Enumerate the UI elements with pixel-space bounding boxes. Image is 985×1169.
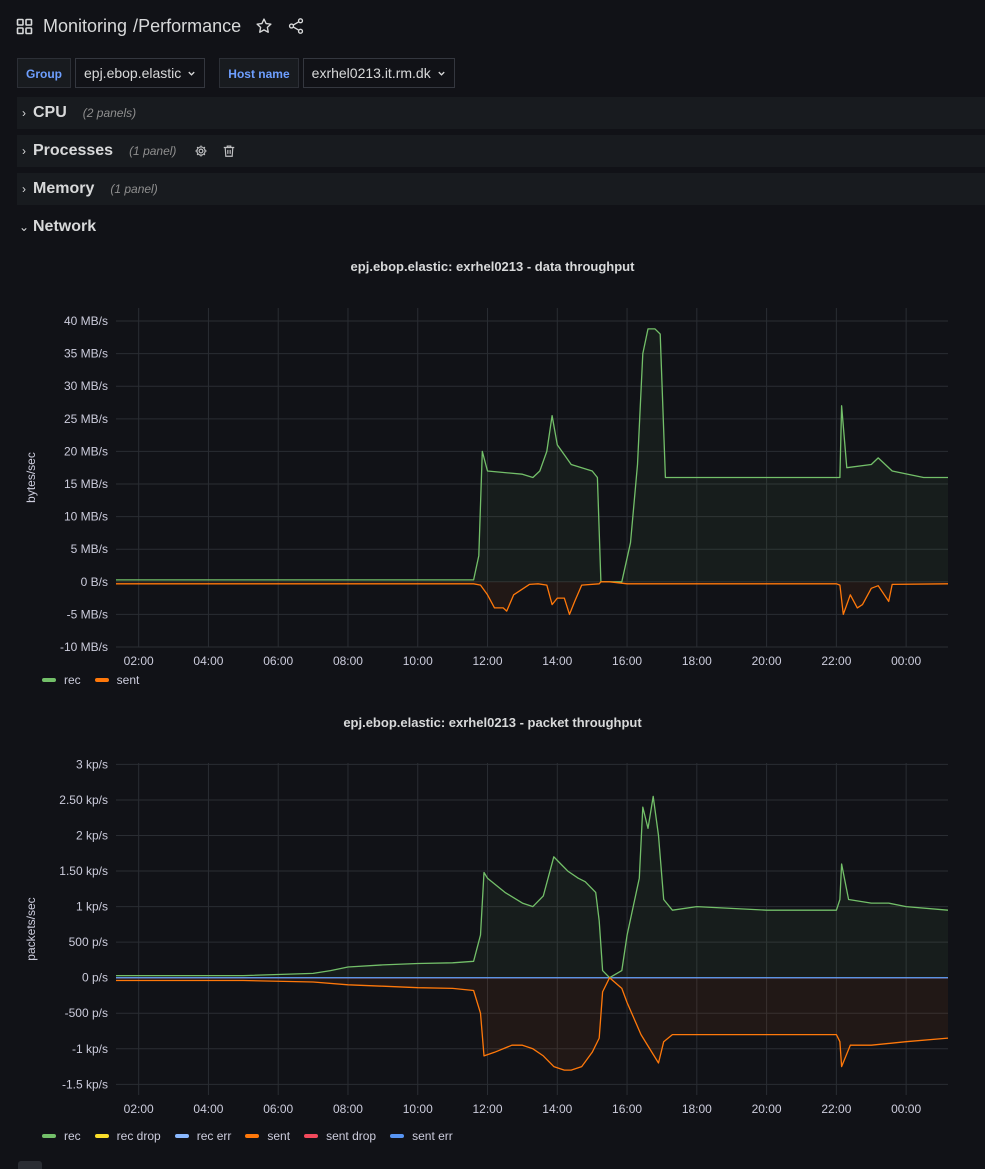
x-tick-label: 02:00 (124, 1102, 154, 1116)
row-title[interactable]: Memory (33, 180, 94, 198)
row-title[interactable]: Network (33, 218, 96, 236)
x-tick-label: 06:00 (263, 654, 293, 668)
y-axis-label: bytes/sec (24, 452, 38, 503)
chevron-right-icon: › (22, 182, 26, 196)
y-tick-label: 500 p/s (69, 935, 108, 949)
x-tick-label: 18:00 (682, 654, 712, 668)
y-tick-label: -5 MB/s (67, 607, 108, 621)
dashboard-header: Monitoring / Performance (16, 12, 305, 40)
variables-bar: Group epj.ebop.elastic Host name exrhel0… (17, 58, 455, 88)
y-tick-label: 30 MB/s (64, 379, 108, 393)
data-throughput-legend: rec sent (42, 673, 139, 687)
x-tick-label: 02:00 (124, 654, 154, 668)
gear-icon[interactable] (194, 144, 208, 158)
y-tick-label: 0 p/s (82, 971, 108, 985)
chevron-right-icon: › (22, 106, 26, 120)
legend-item-sent-err[interactable]: sent err (390, 1129, 453, 1143)
y-tick-label: 3 kp/s (76, 757, 108, 771)
y-tick-label: 2 kp/s (76, 829, 108, 843)
x-tick-label: 12:00 (473, 654, 503, 668)
packet-throughput-chart[interactable]: 3 kp/s 2.50 kp/s 2 kp/s 1.50 kp/s 1 kp/s 500 … (0, 745, 985, 1130)
group-select-value: epj.ebop.elastic (84, 65, 182, 81)
row-processes[interactable]: › Processes (1 panel) (17, 135, 985, 167)
y-tick-label: -1 kp/s (72, 1042, 108, 1056)
x-tick-label: 14:00 (542, 1102, 572, 1116)
x-tick-label: 10:00 (403, 654, 433, 668)
chevron-right-icon: › (22, 144, 26, 158)
y-tick-label: 20 MB/s (64, 444, 108, 458)
x-tick-label: 06:00 (263, 1102, 293, 1116)
y-tick-label: 15 MB/s (64, 477, 108, 491)
x-tick-label: 22:00 (821, 1102, 851, 1116)
data-throughput-chart[interactable]: 40 MB/s 35 MB/s 30 MB/s 25 MB/s 20 MB/s 15 MB… (0, 290, 985, 675)
x-tick-label: 22:00 (821, 654, 851, 668)
y-tick-label: -500 p/s (65, 1006, 108, 1020)
chevron-down-icon: ⌄ (18, 220, 30, 234)
panel-title-data-throughput[interactable]: epj.ebop.elastic: exrhel0213 - data thro… (0, 259, 985, 274)
row-title[interactable]: CPU (33, 104, 67, 122)
x-tick-label: 20:00 (752, 654, 782, 668)
legend-item-sent[interactable]: sent (245, 1129, 290, 1143)
packet-throughput-legend: rec rec drop rec err sent sent drop sent… (42, 1129, 453, 1143)
y-axis-label: packets/sec (24, 897, 38, 960)
row-panel-count: (1 panel) (110, 182, 158, 196)
breadcrumb-folder[interactable]: Monitoring (43, 16, 127, 37)
y-tick-label: 5 MB/s (71, 542, 108, 556)
dashboards-grid-icon[interactable] (16, 18, 33, 35)
y-tick-label: 10 MB/s (64, 510, 108, 524)
group-select[interactable]: epj.ebop.elastic (75, 58, 206, 88)
legend-item-rec[interactable]: rec (42, 673, 81, 687)
x-tick-label: 00:00 (891, 654, 921, 668)
x-tick-label: 14:00 (542, 654, 572, 668)
x-tick-label: 16:00 (612, 1102, 642, 1116)
y-tick-label: 25 MB/s (64, 412, 108, 426)
panel-title-packet-throughput[interactable]: epj.ebop.elastic: exrhel0213 - packet th… (0, 715, 985, 730)
chevron-down-icon (437, 58, 446, 88)
share-icon[interactable] (287, 17, 305, 35)
y-tick-label: 35 MB/s (64, 347, 108, 361)
x-tick-label: 04:00 (193, 1102, 223, 1116)
chevron-down-icon (187, 58, 196, 88)
trash-icon[interactable] (222, 144, 236, 158)
legend-item-rec-err[interactable]: rec err (174, 1129, 231, 1143)
x-tick-label: 12:00 (473, 1102, 503, 1116)
host-name-select-value: exrhel0213.it.rm.dk (311, 65, 431, 81)
page-title[interactable]: Performance (138, 16, 241, 37)
x-tick-label: 10:00 (403, 1102, 433, 1116)
legend-item-sent[interactable]: sent (94, 673, 139, 687)
y-tick-label: -1.5 kp/s (62, 1077, 108, 1091)
x-tick-label: 20:00 (752, 1102, 782, 1116)
host-name-select[interactable]: exrhel0213.it.rm.dk (302, 58, 455, 88)
row-network[interactable]: ⌄ Network (17, 211, 985, 243)
star-icon[interactable] (255, 17, 273, 35)
row-panel-count: (2 panels) (82, 106, 137, 120)
resize-handle[interactable] (18, 1161, 42, 1169)
variable-label-host-name: Host name (219, 58, 299, 88)
row-memory[interactable]: › Memory (1 panel) (17, 173, 985, 205)
y-tick-label: 2.50 kp/s (59, 793, 108, 807)
x-tick-label: 18:00 (682, 1102, 712, 1116)
row-title[interactable]: Processes (33, 142, 113, 160)
row-cpu[interactable]: › CPU (2 panels) (17, 97, 985, 129)
legend-item-sent-drop[interactable]: sent drop (304, 1129, 376, 1143)
y-tick-label: 40 MB/s (64, 314, 108, 328)
variable-label-group: Group (17, 58, 71, 88)
x-tick-label: 08:00 (333, 1102, 363, 1116)
y-tick-label: 1 kp/s (76, 900, 108, 914)
x-tick-label: 04:00 (193, 654, 223, 668)
legend-item-rec-drop[interactable]: rec drop (94, 1129, 161, 1143)
y-tick-label: 1.50 kp/s (59, 864, 108, 878)
y-tick-label: 0 B/s (81, 575, 108, 589)
row-panel-count: (1 panel) (129, 144, 177, 158)
x-tick-label: 16:00 (612, 654, 642, 668)
legend-item-rec[interactable]: rec (42, 1129, 81, 1143)
y-tick-label: -10 MB/s (60, 640, 108, 654)
x-tick-label: 08:00 (333, 654, 363, 668)
x-tick-label: 00:00 (891, 1102, 921, 1116)
